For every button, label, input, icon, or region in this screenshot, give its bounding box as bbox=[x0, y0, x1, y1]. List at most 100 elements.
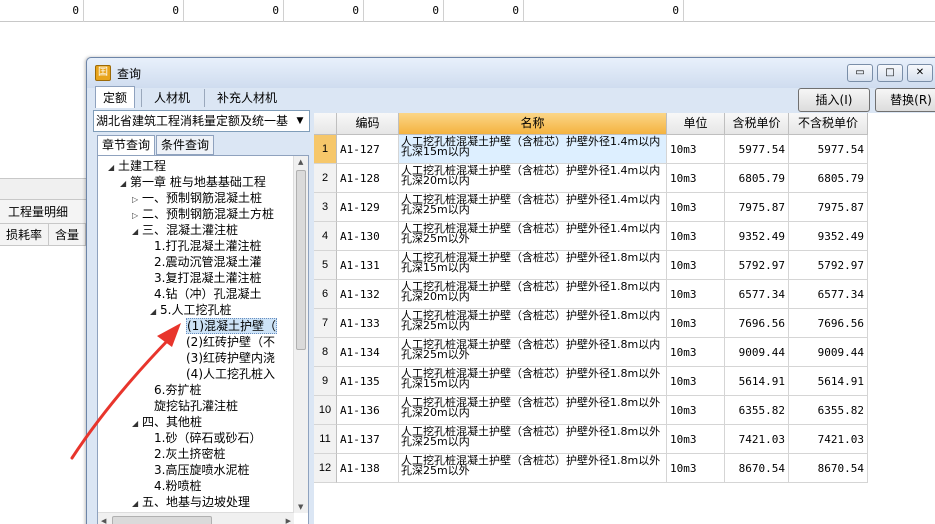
tree-node[interactable]: 4.钻（冲）孔混凝土 bbox=[150, 286, 261, 303]
bg-cell[interactable]: 0 bbox=[364, 0, 444, 22]
unit-cell[interactable]: 10m3 bbox=[667, 251, 725, 280]
tax-price-cell[interactable]: 9352.49 bbox=[725, 222, 789, 251]
name-cell[interactable]: 人工挖孔桩混凝土护壁（含桩芯）护壁外径1.8m以内 孔深25m以外 bbox=[399, 338, 667, 367]
name-cell[interactable]: 人工挖孔桩混凝土护壁（含桩芯）护壁外径1.8m以内 孔深25m以内 bbox=[399, 309, 667, 338]
tree-node[interactable]: 2.震动沉管混凝土灌 bbox=[150, 254, 261, 271]
notax-price-cell[interactable]: 5792.97 bbox=[789, 251, 868, 280]
dialog-titlebar[interactable]: 囯 查询 ▭ □ ✕ bbox=[87, 58, 935, 88]
code-cell[interactable]: A1-135 bbox=[337, 367, 399, 396]
replace-button[interactable]: 替换(R) bbox=[875, 88, 935, 112]
expanded-icon[interactable]: ◢ bbox=[120, 175, 130, 192]
tax-price-cell[interactable]: 7421.03 bbox=[725, 425, 789, 454]
tree-node[interactable]: ◢ 四、其他桩 bbox=[132, 414, 202, 431]
table-row[interactable]: 2 A1-128 人工挖孔桩混凝土护壁（含桩芯）护壁外径1.4m以内 孔深20m以内… bbox=[314, 164, 874, 193]
table-row[interactable]: 6 A1-132 人工挖孔桩混凝土护壁（含桩芯）护壁外径1.8m以内 孔深20m以内… bbox=[314, 280, 874, 309]
notax-price-cell[interactable]: 7696.56 bbox=[789, 309, 868, 338]
row-number[interactable]: 2 bbox=[314, 164, 337, 193]
tree-node[interactable]: 3.高压旋喷水泥桩 bbox=[150, 462, 249, 479]
row-number[interactable]: 11 bbox=[314, 425, 337, 454]
tax-price-cell[interactable]: 5792.97 bbox=[725, 251, 789, 280]
unit-cell[interactable]: 10m3 bbox=[667, 396, 725, 425]
tree-node[interactable]: 旋挖钻孔灌注桩 bbox=[150, 398, 238, 415]
name-cell[interactable]: 人工挖孔桩混凝土护壁（含桩芯）护壁外径1.4m以内 孔深20m以内 bbox=[399, 164, 667, 193]
name-cell[interactable]: 人工挖孔桩混凝土护壁（含桩芯）护壁外径1.4m以内 孔深25m以外 bbox=[399, 222, 667, 251]
row-number[interactable]: 3 bbox=[314, 193, 337, 222]
table-row[interactable]: 11 A1-137 人工挖孔桩混凝土护壁（含桩芯）护壁外径1.8m以外 孔深25m以… bbox=[314, 425, 874, 454]
unit-cell[interactable]: 10m3 bbox=[667, 280, 725, 309]
scroll-left-icon[interactable]: ◀ bbox=[101, 517, 106, 524]
table-row[interactable]: 10 A1-136 人工挖孔桩混凝土护壁（含桩芯）护壁外径1.8m以外 孔深20m以… bbox=[314, 396, 874, 425]
name-cell[interactable]: 人工挖孔桩混凝土护壁（含桩芯）护壁外径1.8m以外 孔深25m以外 bbox=[399, 454, 667, 483]
code-cell[interactable]: A1-132 bbox=[337, 280, 399, 309]
tax-price-cell[interactable]: 6805.79 bbox=[725, 164, 789, 193]
column-header-unit[interactable]: 单位 bbox=[667, 113, 725, 135]
minimize-button[interactable]: ▭ bbox=[847, 64, 873, 82]
table-row[interactable]: 8 A1-134 人工挖孔桩混凝土护壁（含桩芯）护壁外径1.8m以内 孔深25m以外… bbox=[314, 338, 874, 367]
notax-price-cell[interactable]: 6577.34 bbox=[789, 280, 868, 309]
chapter-tree[interactable]: ◢ 土建工程 ◢ 第一章 桩与地基基础工程 ▷ 一、预制钢筋混凝土桩 ▷ 二、预制钢筋混凝土方… bbox=[98, 156, 294, 513]
scroll-right-icon[interactable]: ▶ bbox=[286, 517, 291, 524]
row-number[interactable]: 8 bbox=[314, 338, 337, 367]
quantity-detail-tab[interactable]: 工程量明细 bbox=[0, 200, 86, 224]
code-cell[interactable]: A1-136 bbox=[337, 396, 399, 425]
notax-price-cell[interactable]: 5614.91 bbox=[789, 367, 868, 396]
tab-supplementary-lmm[interactable]: 补充人材机 bbox=[209, 86, 285, 108]
code-cell[interactable]: A1-134 bbox=[337, 338, 399, 367]
row-number[interactable]: 10 bbox=[314, 396, 337, 425]
name-cell[interactable]: 人工挖孔桩混凝土护壁（含桩芯）护壁外径1.8m以外 孔深15m以内 bbox=[399, 367, 667, 396]
scroll-thumb[interactable] bbox=[296, 170, 306, 350]
tax-price-cell[interactable]: 9009.44 bbox=[725, 338, 789, 367]
tab-labor-material-machine[interactable]: 人材机 bbox=[146, 86, 198, 108]
row-number[interactable]: 5 bbox=[314, 251, 337, 280]
tree-node[interactable]: ◢ 第一章 桩与地基基础工程 bbox=[120, 174, 266, 191]
notax-price-cell[interactable]: 8670.54 bbox=[789, 454, 868, 483]
tree-node[interactable]: ◢ 5.人工挖孔桩 bbox=[150, 302, 231, 319]
code-cell[interactable]: A1-130 bbox=[337, 222, 399, 251]
unit-cell[interactable]: 10m3 bbox=[667, 309, 725, 338]
tree-node[interactable]: ▷ 二、预制钢筋混凝土方桩 bbox=[132, 206, 274, 223]
quota-library-select[interactable]: 湖北省建筑工程消耗量定额及统一基 ▼ bbox=[93, 110, 310, 132]
bg-cell[interactable]: 0 bbox=[84, 0, 184, 22]
column-header-name[interactable]: 名称 bbox=[399, 113, 667, 135]
code-cell[interactable]: A1-128 bbox=[337, 164, 399, 193]
unit-cell[interactable]: 10m3 bbox=[667, 367, 725, 396]
name-cell[interactable]: 人工挖孔桩混凝土护壁（含桩芯）护壁外径1.8m以内 孔深15m以内 bbox=[399, 251, 667, 280]
expanded-icon[interactable]: ◢ bbox=[132, 495, 142, 512]
notax-price-cell[interactable]: 7421.03 bbox=[789, 425, 868, 454]
code-cell[interactable]: A1-133 bbox=[337, 309, 399, 338]
expanded-icon[interactable]: ◢ bbox=[108, 159, 118, 176]
scroll-thumb[interactable] bbox=[112, 516, 212, 524]
unit-cell[interactable]: 10m3 bbox=[667, 425, 725, 454]
scroll-down-icon[interactable]: ▼ bbox=[298, 503, 303, 511]
tree-node[interactable]: (3)红砖护壁内浇 bbox=[182, 350, 275, 367]
tree-node[interactable]: ◢ 五、地基与边坡处理 bbox=[132, 494, 250, 511]
notax-price-cell[interactable]: 7975.87 bbox=[789, 193, 868, 222]
row-number[interactable]: 9 bbox=[314, 367, 337, 396]
tree-node[interactable]: ◢ 土建工程 bbox=[108, 158, 166, 175]
code-cell[interactable]: A1-137 bbox=[337, 425, 399, 454]
bg-cell[interactable]: 0 bbox=[0, 0, 84, 22]
tree-horizontal-scrollbar[interactable]: ◀ ▶ bbox=[98, 512, 294, 524]
unit-cell[interactable]: 10m3 bbox=[667, 164, 725, 193]
row-number[interactable]: 12 bbox=[314, 454, 337, 483]
column-header-tax-price[interactable]: 含税单价 bbox=[725, 113, 789, 135]
notax-price-cell[interactable]: 9009.44 bbox=[789, 338, 868, 367]
tree-node[interactable]: ▷ 一、预制钢筋混凝土桩 bbox=[132, 190, 262, 207]
tab-chapter-query[interactable]: 章节查询 bbox=[97, 135, 156, 156]
tax-price-cell[interactable]: 5614.91 bbox=[725, 367, 789, 396]
table-row[interactable]: 7 A1-133 人工挖孔桩混凝土护壁（含桩芯）护壁外径1.8m以内 孔深25m以内… bbox=[314, 309, 874, 338]
notax-price-cell[interactable]: 5977.54 bbox=[789, 135, 868, 164]
notax-price-cell[interactable]: 6355.82 bbox=[789, 396, 868, 425]
code-cell[interactable]: A1-138 bbox=[337, 454, 399, 483]
tree-node[interactable]: (2)红砖护壁（不 bbox=[182, 334, 275, 351]
expanded-icon[interactable]: ◢ bbox=[132, 223, 142, 240]
table-row[interactable]: 5 A1-131 人工挖孔桩混凝土护壁（含桩芯）护壁外径1.8m以内 孔深15m以内… bbox=[314, 251, 874, 280]
name-cell[interactable]: 人工挖孔桩混凝土护壁（含桩芯）护壁外径1.8m以外 孔深20m以内 bbox=[399, 396, 667, 425]
bg-cell[interactable]: 0 bbox=[444, 0, 524, 22]
table-row[interactable]: 1 A1-127 人工挖孔桩混凝土护壁（含桩芯）护壁外径1.4m以内 孔深15m以内… bbox=[314, 135, 874, 164]
table-row[interactable]: 4 A1-130 人工挖孔桩混凝土护壁（含桩芯）护壁外径1.4m以内 孔深25m以外… bbox=[314, 222, 874, 251]
table-row[interactable]: 12 A1-138 人工挖孔桩混凝土护壁（含桩芯）护壁外径1.8m以外 孔深25m以… bbox=[314, 454, 874, 483]
bg-cell[interactable]: 0 bbox=[524, 0, 684, 22]
scroll-up-icon[interactable]: ▲ bbox=[298, 158, 303, 166]
expanded-icon[interactable]: ◢ bbox=[132, 415, 142, 432]
